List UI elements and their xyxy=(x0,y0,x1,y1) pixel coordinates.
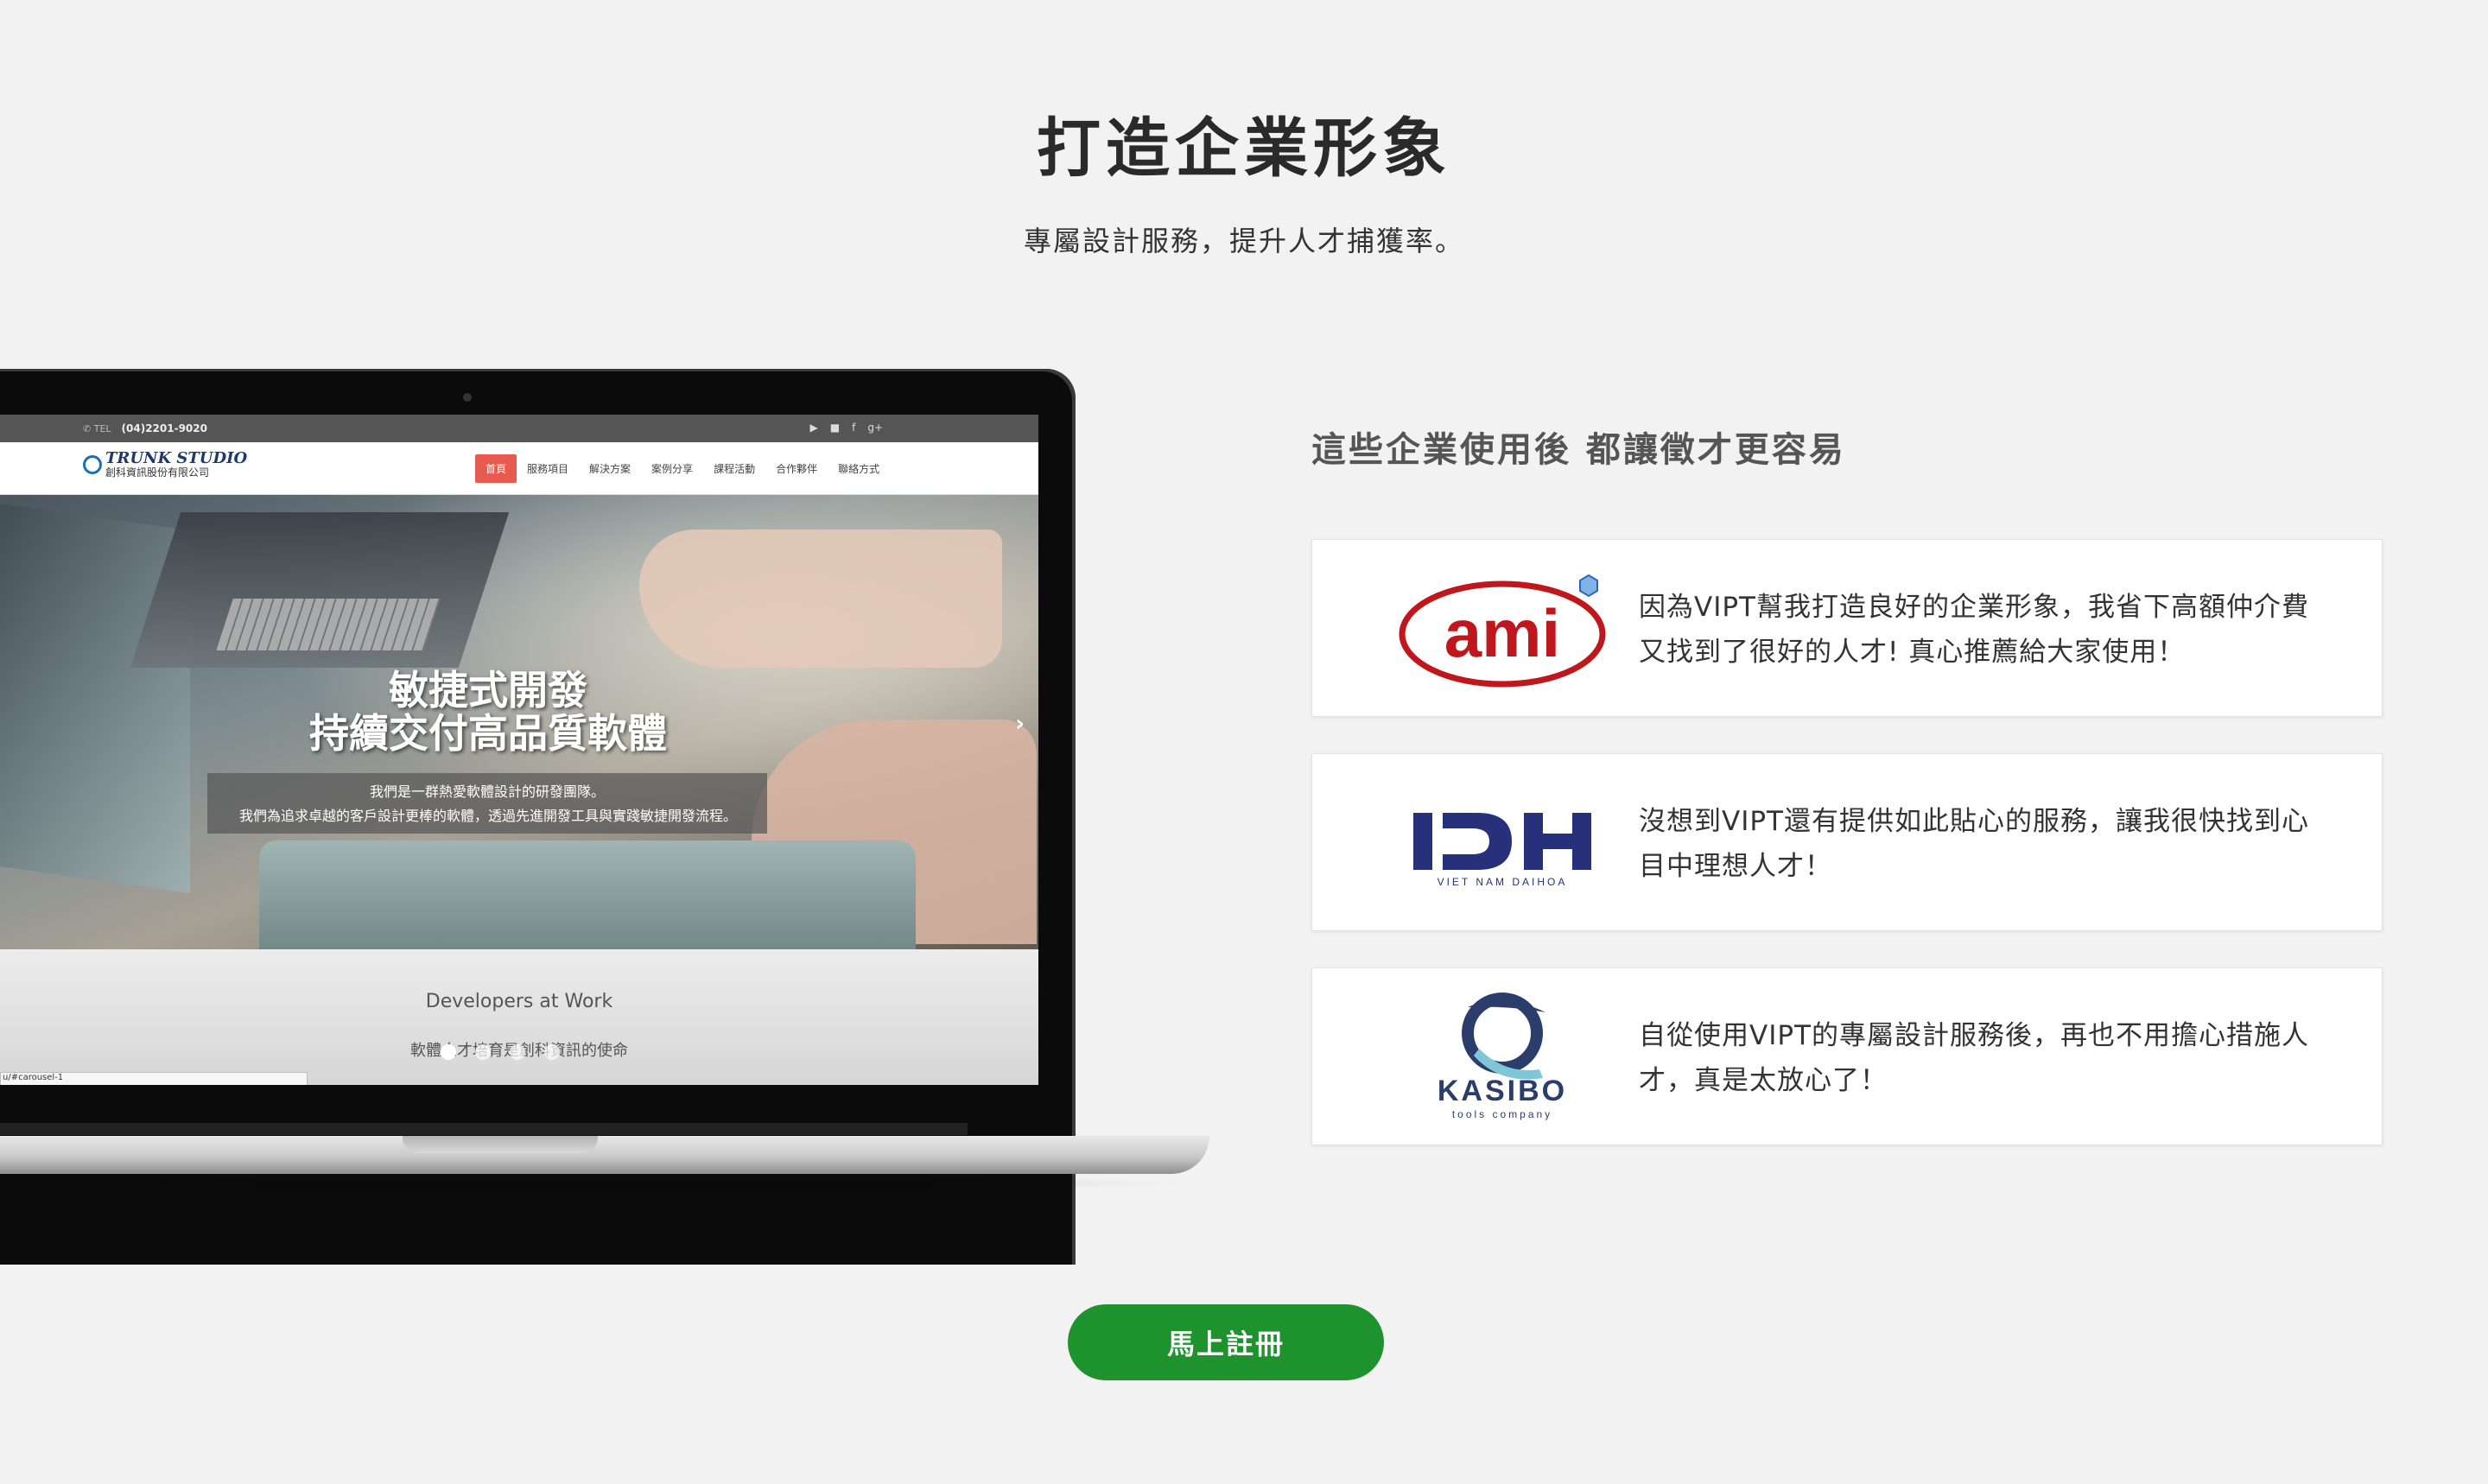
register-button[interactable]: 馬上註冊 xyxy=(1068,1304,1384,1380)
mockup-menu-item: 首頁 xyxy=(475,454,517,483)
linkedin-icon: ■ xyxy=(829,422,841,434)
youtube-icon: ▶ xyxy=(809,422,818,434)
kasibo-logo-icon: KASIBO tools company xyxy=(1438,993,1567,1120)
phone-icon: ✆ TEL xyxy=(83,422,111,434)
carousel-dots xyxy=(441,1044,560,1060)
carousel-dot xyxy=(544,1044,560,1060)
mockup-logo-sub: 創科資訊股份有限公司 xyxy=(105,466,210,479)
testimonial-text: 因為VIPT幫我打造良好的企業形象，我省下高額仲介費又找到了很好的人才! 真心推… xyxy=(1639,592,2309,668)
kasibo-logo: KASIBO tools company xyxy=(1364,993,1641,1120)
mockup-menu-item: 課程活動 xyxy=(714,463,756,475)
testimonials-heading: 這些企業使用後 都讓徵才更容易 xyxy=(1311,430,1846,470)
laptop-screen: ✆ TEL (04)2201-9020 ▶ ■ f g+ TRUNK STUDI… xyxy=(0,415,1038,1085)
section-subtitle: 專屬設計服務，提升人才捕獲率。 xyxy=(1023,225,1464,257)
testimonial-card-ami: ami 因為VIPT幫我打造良好的企業形象，我省下高額仲介費又找到了很好的人才!… xyxy=(1311,539,2383,717)
laptop-hinge xyxy=(403,1136,598,1153)
mockup-menu-item: 解決方案 xyxy=(589,463,632,475)
hero-caption-1: 我們是一群熱愛軟體設計的研發團隊。 xyxy=(369,783,605,800)
testimonial-text: 自從使用VIPT的專屬設計服務後，再也不用擔心措施人才，真是太放心了！ xyxy=(1639,1020,2309,1096)
mockup-menu-item: 案例分享 xyxy=(651,463,694,475)
mockup-menu-item: 聯絡方式 xyxy=(838,463,880,475)
ami-logo: ami xyxy=(1364,566,1641,692)
facebook-icon: f xyxy=(852,422,856,434)
mockup-topbar: ✆ TEL (04)2201-9020 ▶ ■ f g+ xyxy=(0,415,1038,442)
hero-photo-shape xyxy=(639,530,1002,668)
testimonial-text: 沒想到VIPT還有提供如此貼心的服務，讓我很快找到心目中理想人才！ xyxy=(1639,806,2309,882)
mockup-menu-item: 合作夥伴 xyxy=(776,463,818,475)
logo-mark-icon xyxy=(83,455,102,474)
mockup-logo-name: TRUNK STUDIO xyxy=(105,449,248,467)
idh-logo: VIET NAM DAIHOA xyxy=(1364,780,1641,906)
laptop-mockup: ✆ TEL (04)2201-9020 ▶ ■ f g+ TRUNK STUDI… xyxy=(0,363,1209,1265)
hero-photo-shape xyxy=(216,599,441,650)
mockup-logo: TRUNK STUDIO 創科資訊股份有限公司 xyxy=(83,451,247,479)
chevron-right-icon: › xyxy=(1015,711,1025,737)
carousel-dot xyxy=(475,1044,491,1060)
mockup-lower-heading: Developers at Work xyxy=(425,991,613,1012)
hero-title-2: 持續交付高品質軟體 xyxy=(309,710,667,757)
kasibo-logo-sub: tools company xyxy=(1452,1108,1552,1120)
testimonial-card-idh: VIET NAM DAIHOA 沒想到VIPT還有提供如此貼心的服務，讓我很快找… xyxy=(1311,753,2383,931)
laptop-base xyxy=(0,1136,1209,1174)
laptop-bezel xyxy=(0,1123,968,1135)
hero-photo-shape xyxy=(259,840,916,949)
mockup-status-url: u/#carousel-1 xyxy=(0,1072,308,1085)
testimonial-card-kasibo: KASIBO tools company 自從使用VIPT的專屬設計服務後，再也… xyxy=(1311,967,2383,1145)
hero-caption-2: 我們為追求卓越的客戶設計更棒的軟體，透過先進開發工具與實踐敏捷開發流程。 xyxy=(238,808,737,824)
kasibo-logo-text: KASIBO xyxy=(1438,1075,1567,1107)
mockup-nav: TRUNK STUDIO 創科資訊股份有限公司 首頁 服務項目 解決方案 案例分… xyxy=(0,442,1038,495)
carousel-dot xyxy=(510,1044,525,1060)
mockup-lower: Developers at Work 軟體人才培育是創科資訊的使命 u/#car… xyxy=(0,949,1038,1085)
mockup-hero: 敏捷式開發 持續交付高品質軟體 我們是一群熱愛軟體設計的研發團隊。 我們為追求卓… xyxy=(0,495,1038,949)
mockup-menu-item: 服務項目 xyxy=(527,463,569,475)
carousel-dot xyxy=(441,1044,456,1060)
ami-logo-text: ami xyxy=(1444,595,1560,671)
idh-logo-sub: VIET NAM DAIHOA xyxy=(1438,876,1568,888)
camera-icon xyxy=(463,393,472,402)
ami-logo-icon: ami xyxy=(1399,574,1606,688)
googleplus-icon: g+ xyxy=(867,422,883,434)
laptop-shadow xyxy=(0,1175,1192,1192)
mockup-tel: (04)2201-9020 xyxy=(121,422,207,434)
mockup-menu: 首頁 服務項目 解決方案 案例分享 課程活動 合作夥伴 聯絡方式 xyxy=(475,454,890,483)
section-title: 打造企業形象 xyxy=(1037,111,1451,186)
mockup-social-icons: ▶ ■ f g+ xyxy=(810,422,883,434)
idh-logo-icon: VIET NAM DAIHOA xyxy=(1413,813,1591,888)
